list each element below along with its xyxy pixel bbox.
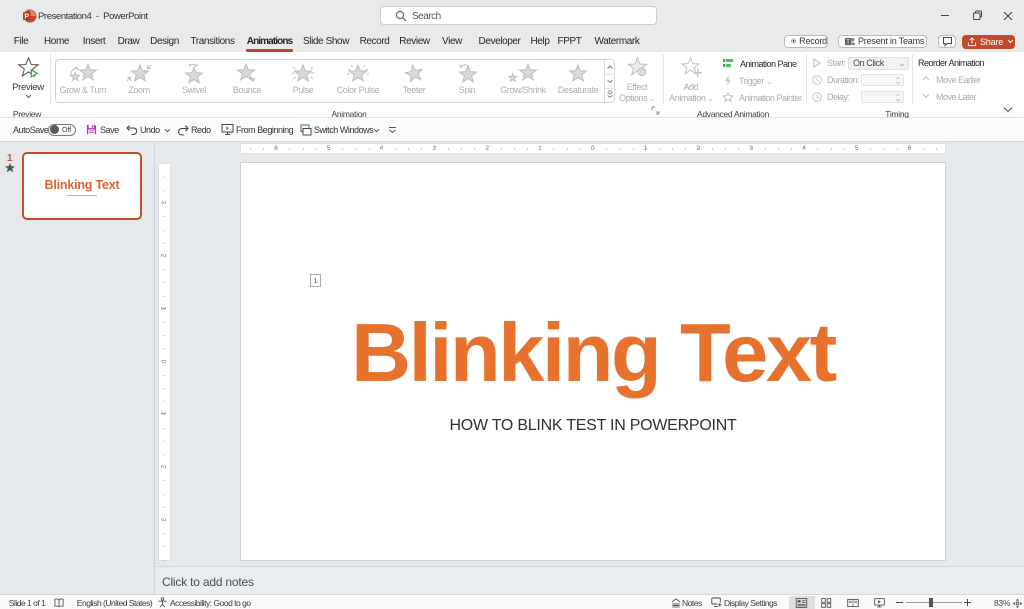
svg-text:P: P bbox=[24, 13, 29, 20]
svg-text:T: T bbox=[846, 40, 850, 46]
